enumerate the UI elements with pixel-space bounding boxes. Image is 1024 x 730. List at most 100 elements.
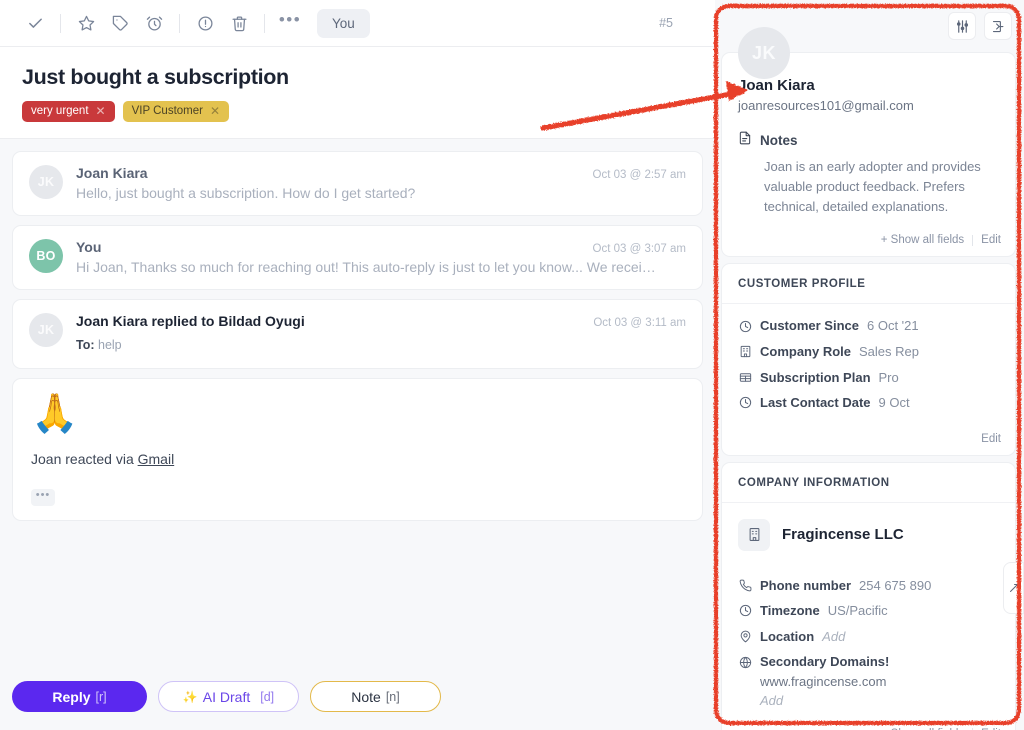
edit-link[interactable]: Edit xyxy=(981,234,1001,246)
field-customer-since[interactable]: Customer Since 6 Oct '21 xyxy=(738,317,999,335)
notes-header: Notes xyxy=(738,131,999,150)
sparkles-icon: ✨ xyxy=(183,690,198,704)
field-phone-number[interactable]: Phone number 254 675 890 xyxy=(738,577,999,595)
contact-sidebar: JK Joan Kiara joanresources101@gmail.com… xyxy=(715,0,1024,730)
field-value-add[interactable]: Add xyxy=(822,628,845,646)
note-shortcut: [n] xyxy=(386,690,400,704)
field-location[interactable]: Location Add xyxy=(738,628,999,646)
location-pin-icon xyxy=(738,629,752,643)
reply-shortcut: [r] xyxy=(96,690,107,704)
company-name: Fragincense LLC xyxy=(782,526,904,543)
message-item[interactable]: JK Joan Kiara Oct 03 @ 2:57 am Hello, ju… xyxy=(12,151,703,216)
field-label: Phone number xyxy=(760,577,851,595)
note-document-icon xyxy=(738,131,752,150)
clock-icon xyxy=(738,396,752,410)
field-value: Pro xyxy=(879,369,899,387)
field-value: US/Pacific xyxy=(828,602,888,620)
reply-button[interactable]: Reply [r] xyxy=(12,681,147,712)
message-preview: Hi Joan, Thanks so much for reaching out… xyxy=(76,259,686,275)
message-timestamp: Oct 03 @ 3:11 am xyxy=(593,317,686,329)
field-label: Location xyxy=(760,628,814,646)
phone-icon xyxy=(738,578,752,592)
add-domain-link[interactable]: Add xyxy=(760,693,999,708)
clock-icon xyxy=(738,604,752,618)
collapse-panel-icon[interactable] xyxy=(984,12,1012,40)
message-body: Joan Kiara Oct 03 @ 2:57 am Hello, just … xyxy=(76,165,686,201)
message-timestamp: Oct 03 @ 3:07 am xyxy=(593,243,687,255)
message-sender: Joan Kiara xyxy=(76,165,593,181)
field-last-contact-date[interactable]: Last Contact Date 9 Oct xyxy=(738,394,999,412)
field-timezone[interactable]: Timezone US/Pacific xyxy=(738,602,999,620)
reaction-text-prefix: Joan reacted via xyxy=(31,451,138,467)
message-header: Joan Kiara replied to Bildad Oyugi Oct 0… xyxy=(76,313,686,329)
field-label: Subscription Plan xyxy=(760,369,871,387)
ai-draft-button[interactable]: ✨ AI Draft [d] xyxy=(158,681,299,712)
contact-card-footer: + Show all fields Edit xyxy=(722,225,1015,256)
avatar: BO xyxy=(29,239,63,273)
conversation-toolbar: ••• You #5 xyxy=(0,0,715,47)
notes-text: Joan is an early adopter and provides va… xyxy=(764,157,999,217)
edit-link[interactable]: Edit xyxy=(981,433,1001,445)
building-icon xyxy=(738,345,752,359)
conversation-number: #5 xyxy=(659,16,673,30)
mark-unread-icon[interactable] xyxy=(188,8,222,38)
message-timestamp: Oct 03 @ 2:57 am xyxy=(593,169,687,181)
snooze-alarm-icon[interactable] xyxy=(137,8,171,38)
message-preview: Hello, just bought a subscription. How d… xyxy=(76,185,686,201)
toolbar-divider xyxy=(264,14,265,33)
customer-profile-footer: Edit xyxy=(722,424,1015,455)
message-item[interactable]: BO You Oct 03 @ 3:07 am Hi Joan, Thanks … xyxy=(12,225,703,290)
tag-very-urgent[interactable]: very urgent ✕ xyxy=(22,101,115,122)
tag-label: very urgent xyxy=(31,105,89,117)
avatar: JK xyxy=(29,313,63,347)
field-secondary-domains[interactable]: Secondary Domains! xyxy=(738,653,999,671)
avatar: JK xyxy=(29,165,63,199)
avatar: JK xyxy=(738,27,790,79)
folded-hands-emoji-icon: 🙏 xyxy=(31,395,684,435)
notes-label: Notes xyxy=(760,133,798,148)
contact-name: Joan Kiara xyxy=(738,77,999,94)
contact-email[interactable]: joanresources101@gmail.com xyxy=(738,98,999,113)
field-label: Customer Since xyxy=(760,317,859,335)
assignee-button[interactable]: You xyxy=(317,9,370,38)
reaction-card: 🙏 Joan reacted via Gmail ••• xyxy=(12,378,703,521)
secondary-domain-value[interactable]: www.fragincense.com xyxy=(760,674,999,689)
toolbar-divider xyxy=(179,14,180,33)
conversation-pane: ••• You #5 Just bought a subscription ve… xyxy=(0,0,715,730)
message-recipient: To: help xyxy=(76,338,686,352)
show-all-fields-link[interactable]: + Show all fields xyxy=(881,234,964,246)
field-label: Timezone xyxy=(760,602,820,620)
expand-handle-icon[interactable] xyxy=(1003,562,1024,614)
sliders-settings-icon[interactable] xyxy=(948,12,976,40)
contact-card: JK Joan Kiara joanresources101@gmail.com… xyxy=(721,52,1016,257)
field-company-role[interactable]: Company Role Sales Rep xyxy=(738,343,999,361)
contact-details: JK Joan Kiara joanresources101@gmail.com… xyxy=(722,53,1015,225)
reaction-more-icon[interactable]: ••• xyxy=(31,489,55,506)
trash-icon[interactable] xyxy=(222,8,256,38)
note-label: Note xyxy=(351,689,381,705)
subject-header: Just bought a subscription very urgent ✕… xyxy=(0,47,715,139)
tag-icon[interactable] xyxy=(103,8,137,38)
message-header: You Oct 03 @ 3:07 am xyxy=(76,239,686,255)
message-thread: JK Joan Kiara Oct 03 @ 2:57 am Hello, ju… xyxy=(0,139,715,675)
field-value: 6 Oct '21 xyxy=(867,317,919,335)
field-subscription-plan[interactable]: Subscription Plan Pro xyxy=(738,369,999,387)
star-icon[interactable] xyxy=(69,8,103,38)
note-button[interactable]: Note [n] xyxy=(310,681,441,712)
more-options-icon[interactable]: ••• xyxy=(273,8,307,38)
customer-profile-fields: Customer Since 6 Oct '21 Company Role Sa… xyxy=(722,304,1015,423)
company-information-footer: + Show all fields Edit xyxy=(722,719,1015,730)
tag-vip-customer[interactable]: VIP Customer ✕ xyxy=(123,101,229,122)
field-value: 254 675 890 xyxy=(859,577,931,595)
company-identity[interactable]: Fragincense LLC xyxy=(722,503,1015,555)
gmail-link[interactable]: Gmail xyxy=(138,451,175,467)
message-item[interactable]: JK Joan Kiara replied to Bildad Oyugi Oc… xyxy=(12,299,703,369)
company-information-title: COMPANY INFORMATION xyxy=(722,463,1015,503)
recipient-label: To: xyxy=(76,338,95,352)
check-icon[interactable] xyxy=(18,8,52,38)
close-icon[interactable]: ✕ xyxy=(210,105,220,117)
tag-label: VIP Customer xyxy=(132,105,203,117)
close-icon[interactable]: ✕ xyxy=(96,105,106,117)
company-information-fields: Phone number 254 675 890 Timezone US/Pac… xyxy=(722,555,1015,719)
page-title: Just bought a subscription xyxy=(22,65,693,90)
